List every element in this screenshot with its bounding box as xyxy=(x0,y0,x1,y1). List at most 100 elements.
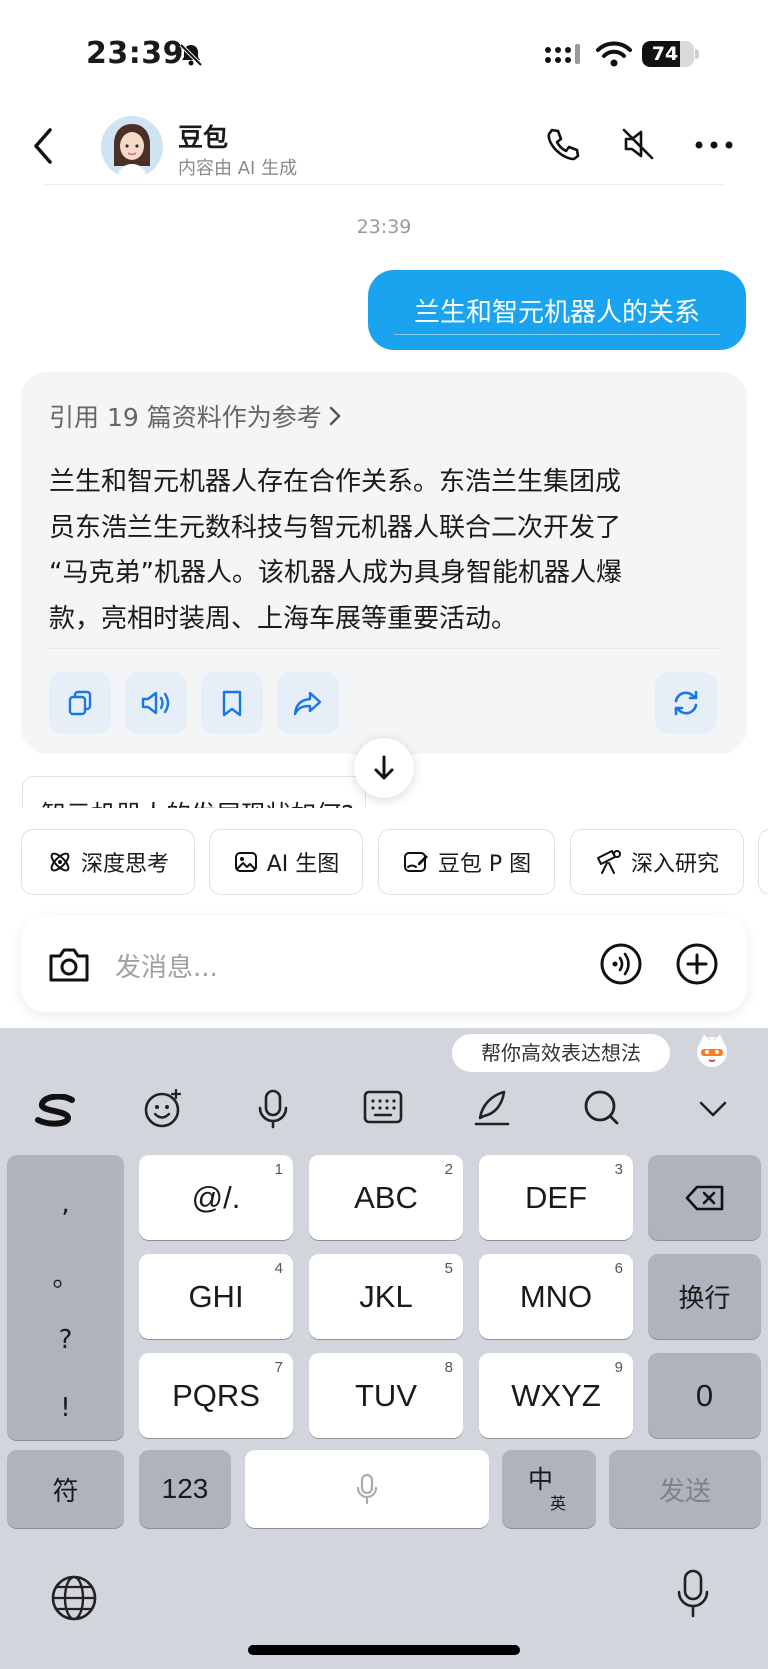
zero-key[interactable]: 0 xyxy=(648,1353,761,1438)
chip-deep-think[interactable]: 深度思考 xyxy=(21,829,195,895)
telescope-icon xyxy=(596,850,621,874)
scroll-to-bottom-button[interactable] xyxy=(354,738,414,798)
bell-muted-icon xyxy=(179,43,203,67)
key-label: @/. xyxy=(191,1179,241,1215)
card-divider xyxy=(49,648,719,649)
key-label: GHI xyxy=(188,1278,244,1314)
chip-ai-image[interactable]: AI 生图 xyxy=(209,829,363,895)
phone-icon[interactable] xyxy=(544,126,580,162)
wifi-icon xyxy=(596,41,632,67)
plus-icon[interactable] xyxy=(675,942,719,986)
chip-label: 深度思考 xyxy=(80,852,169,877)
key-7[interactable]: PQRS 7 xyxy=(139,1353,293,1438)
globe-icon[interactable] xyxy=(50,1574,98,1622)
message-timestamp: 23:39 xyxy=(356,216,412,238)
back-arrow-icon[interactable] xyxy=(30,126,54,166)
references-label: 引用 19 篇资料作为参考 xyxy=(49,403,322,432)
symbols-key[interactable]: 符 xyxy=(7,1450,124,1528)
microphone-icon[interactable] xyxy=(256,1088,290,1130)
key-number: 5 xyxy=(444,1260,453,1277)
header-divider xyxy=(44,184,724,185)
key-label: PQRS xyxy=(172,1377,260,1413)
handwriting-icon[interactable] xyxy=(472,1088,512,1128)
lang-sub-label: 英 xyxy=(550,1496,567,1513)
chip-label: AI 生图 xyxy=(266,852,340,877)
key-1[interactable]: @/. 1 xyxy=(139,1155,293,1240)
search-icon[interactable] xyxy=(582,1088,622,1128)
answer-line: “马克弟”机器人。该机器人成为具身智能机器人爆 xyxy=(49,558,622,588)
ime-logo-icon[interactable] xyxy=(34,1094,78,1128)
keyboard-tip[interactable]: 帮你高效表达想法 xyxy=(452,1034,670,1072)
language-switch-key[interactable]: 中 英 xyxy=(502,1450,596,1528)
suggested-question[interactable]: 智元机器人的发展现状如何? xyxy=(22,776,366,808)
regenerate-button[interactable] xyxy=(655,672,717,734)
key-number: 4 xyxy=(274,1260,283,1277)
keyboard-icon[interactable] xyxy=(362,1088,404,1126)
key-5[interactable]: JKL 5 xyxy=(309,1254,463,1339)
battery-indicator: 74 xyxy=(642,41,694,67)
key-number: 6 xyxy=(614,1260,623,1277)
image-icon xyxy=(234,852,257,872)
chip-photo-edit[interactable]: 豆包 P 图 xyxy=(378,829,555,895)
key-label: ABC xyxy=(354,1179,418,1215)
send-key[interactable]: 发送 xyxy=(609,1450,761,1528)
chip-deep-research[interactable]: 深入研究 xyxy=(570,829,744,895)
ai-answer-text: 兰生和智元机器人存在合作关系。东浩兰生集团成 员东浩兰生元数科技与智元机器人联合… xyxy=(49,460,729,642)
copy-button[interactable] xyxy=(49,672,111,734)
key-label: TUV xyxy=(355,1377,417,1413)
user-message-text: 兰生和智元机器人的关系 xyxy=(413,298,700,328)
answer-line: 款，亮相时装周、上海车展等重要活动。 xyxy=(49,603,518,634)
voice-call-icon[interactable] xyxy=(599,942,643,986)
battery-tip xyxy=(695,49,699,59)
user-message-underline xyxy=(394,334,720,335)
space-key[interactable] xyxy=(245,1450,489,1528)
home-indicator[interactable] xyxy=(248,1645,520,1655)
emoji-icon[interactable] xyxy=(142,1088,184,1130)
avatar-face-icon xyxy=(101,116,163,178)
punct-period-key[interactable]: 。 xyxy=(7,1257,124,1294)
read-aloud-button[interactable] xyxy=(125,672,187,734)
more-icon[interactable] xyxy=(694,140,734,150)
chevron-right-icon xyxy=(329,406,341,426)
delete-key[interactable] xyxy=(648,1155,761,1240)
mascot-icon[interactable] xyxy=(692,1030,732,1070)
dictation-icon[interactable] xyxy=(676,1568,710,1620)
share-icon xyxy=(293,691,322,716)
chevron-down-icon[interactable] xyxy=(698,1100,728,1118)
key-6[interactable]: MNO 6 xyxy=(479,1254,633,1339)
bookmark-button[interactable] xyxy=(201,672,263,734)
key-9[interactable]: WXYZ 9 xyxy=(479,1353,633,1438)
key-number: 9 xyxy=(614,1359,623,1376)
key-8[interactable]: TUV 8 xyxy=(309,1353,463,1438)
references-link[interactable]: 引用 19 篇资料作为参考 xyxy=(49,398,342,434)
punct-comma-key[interactable]: , xyxy=(7,1189,124,1219)
bookmark-icon xyxy=(222,690,242,717)
message-composer: 发消息... xyxy=(21,916,747,1012)
ai-answer-card: 引用 19 篇资料作为参考 兰生和智元机器人存在合作关系。东浩兰生集团成 员东浩… xyxy=(21,372,747,754)
user-message-bubble[interactable]: 兰生和智元机器人的关系 xyxy=(368,270,746,350)
signal-icon xyxy=(545,44,580,64)
chip-more-peek[interactable] xyxy=(758,829,768,895)
avatar[interactable] xyxy=(101,116,163,178)
share-button[interactable] xyxy=(277,672,339,734)
answer-line: 兰生和智元机器人存在合作关系。东浩兰生集团成 xyxy=(49,467,622,497)
key-4[interactable]: GHI 4 xyxy=(139,1254,293,1339)
atom-icon xyxy=(50,852,70,872)
punctuation-column[interactable]: , 。 ? ! xyxy=(7,1155,124,1440)
edit-image-icon xyxy=(403,852,428,872)
punct-exclaim-key[interactable]: ! xyxy=(7,1393,124,1423)
microphone-icon xyxy=(356,1473,378,1505)
answer-line: 员东浩兰生元数科技与智元机器人联合二次开发了 xyxy=(49,512,622,543)
newline-key[interactable]: 换行 xyxy=(648,1254,761,1339)
copy-icon xyxy=(68,690,92,716)
punct-question-key[interactable]: ? xyxy=(7,1325,124,1355)
message-input[interactable]: 发消息... xyxy=(115,947,218,984)
speaker-muted-icon[interactable] xyxy=(620,126,656,162)
chip-label: 深入研究 xyxy=(630,852,719,877)
numbers-key[interactable]: 123 xyxy=(139,1450,231,1528)
key-2[interactable]: ABC 2 xyxy=(309,1155,463,1240)
key-label: WXYZ xyxy=(511,1377,601,1413)
camera-icon[interactable] xyxy=(47,944,91,984)
key-label: MNO xyxy=(519,1278,593,1314)
key-3[interactable]: DEF 3 xyxy=(479,1155,633,1240)
